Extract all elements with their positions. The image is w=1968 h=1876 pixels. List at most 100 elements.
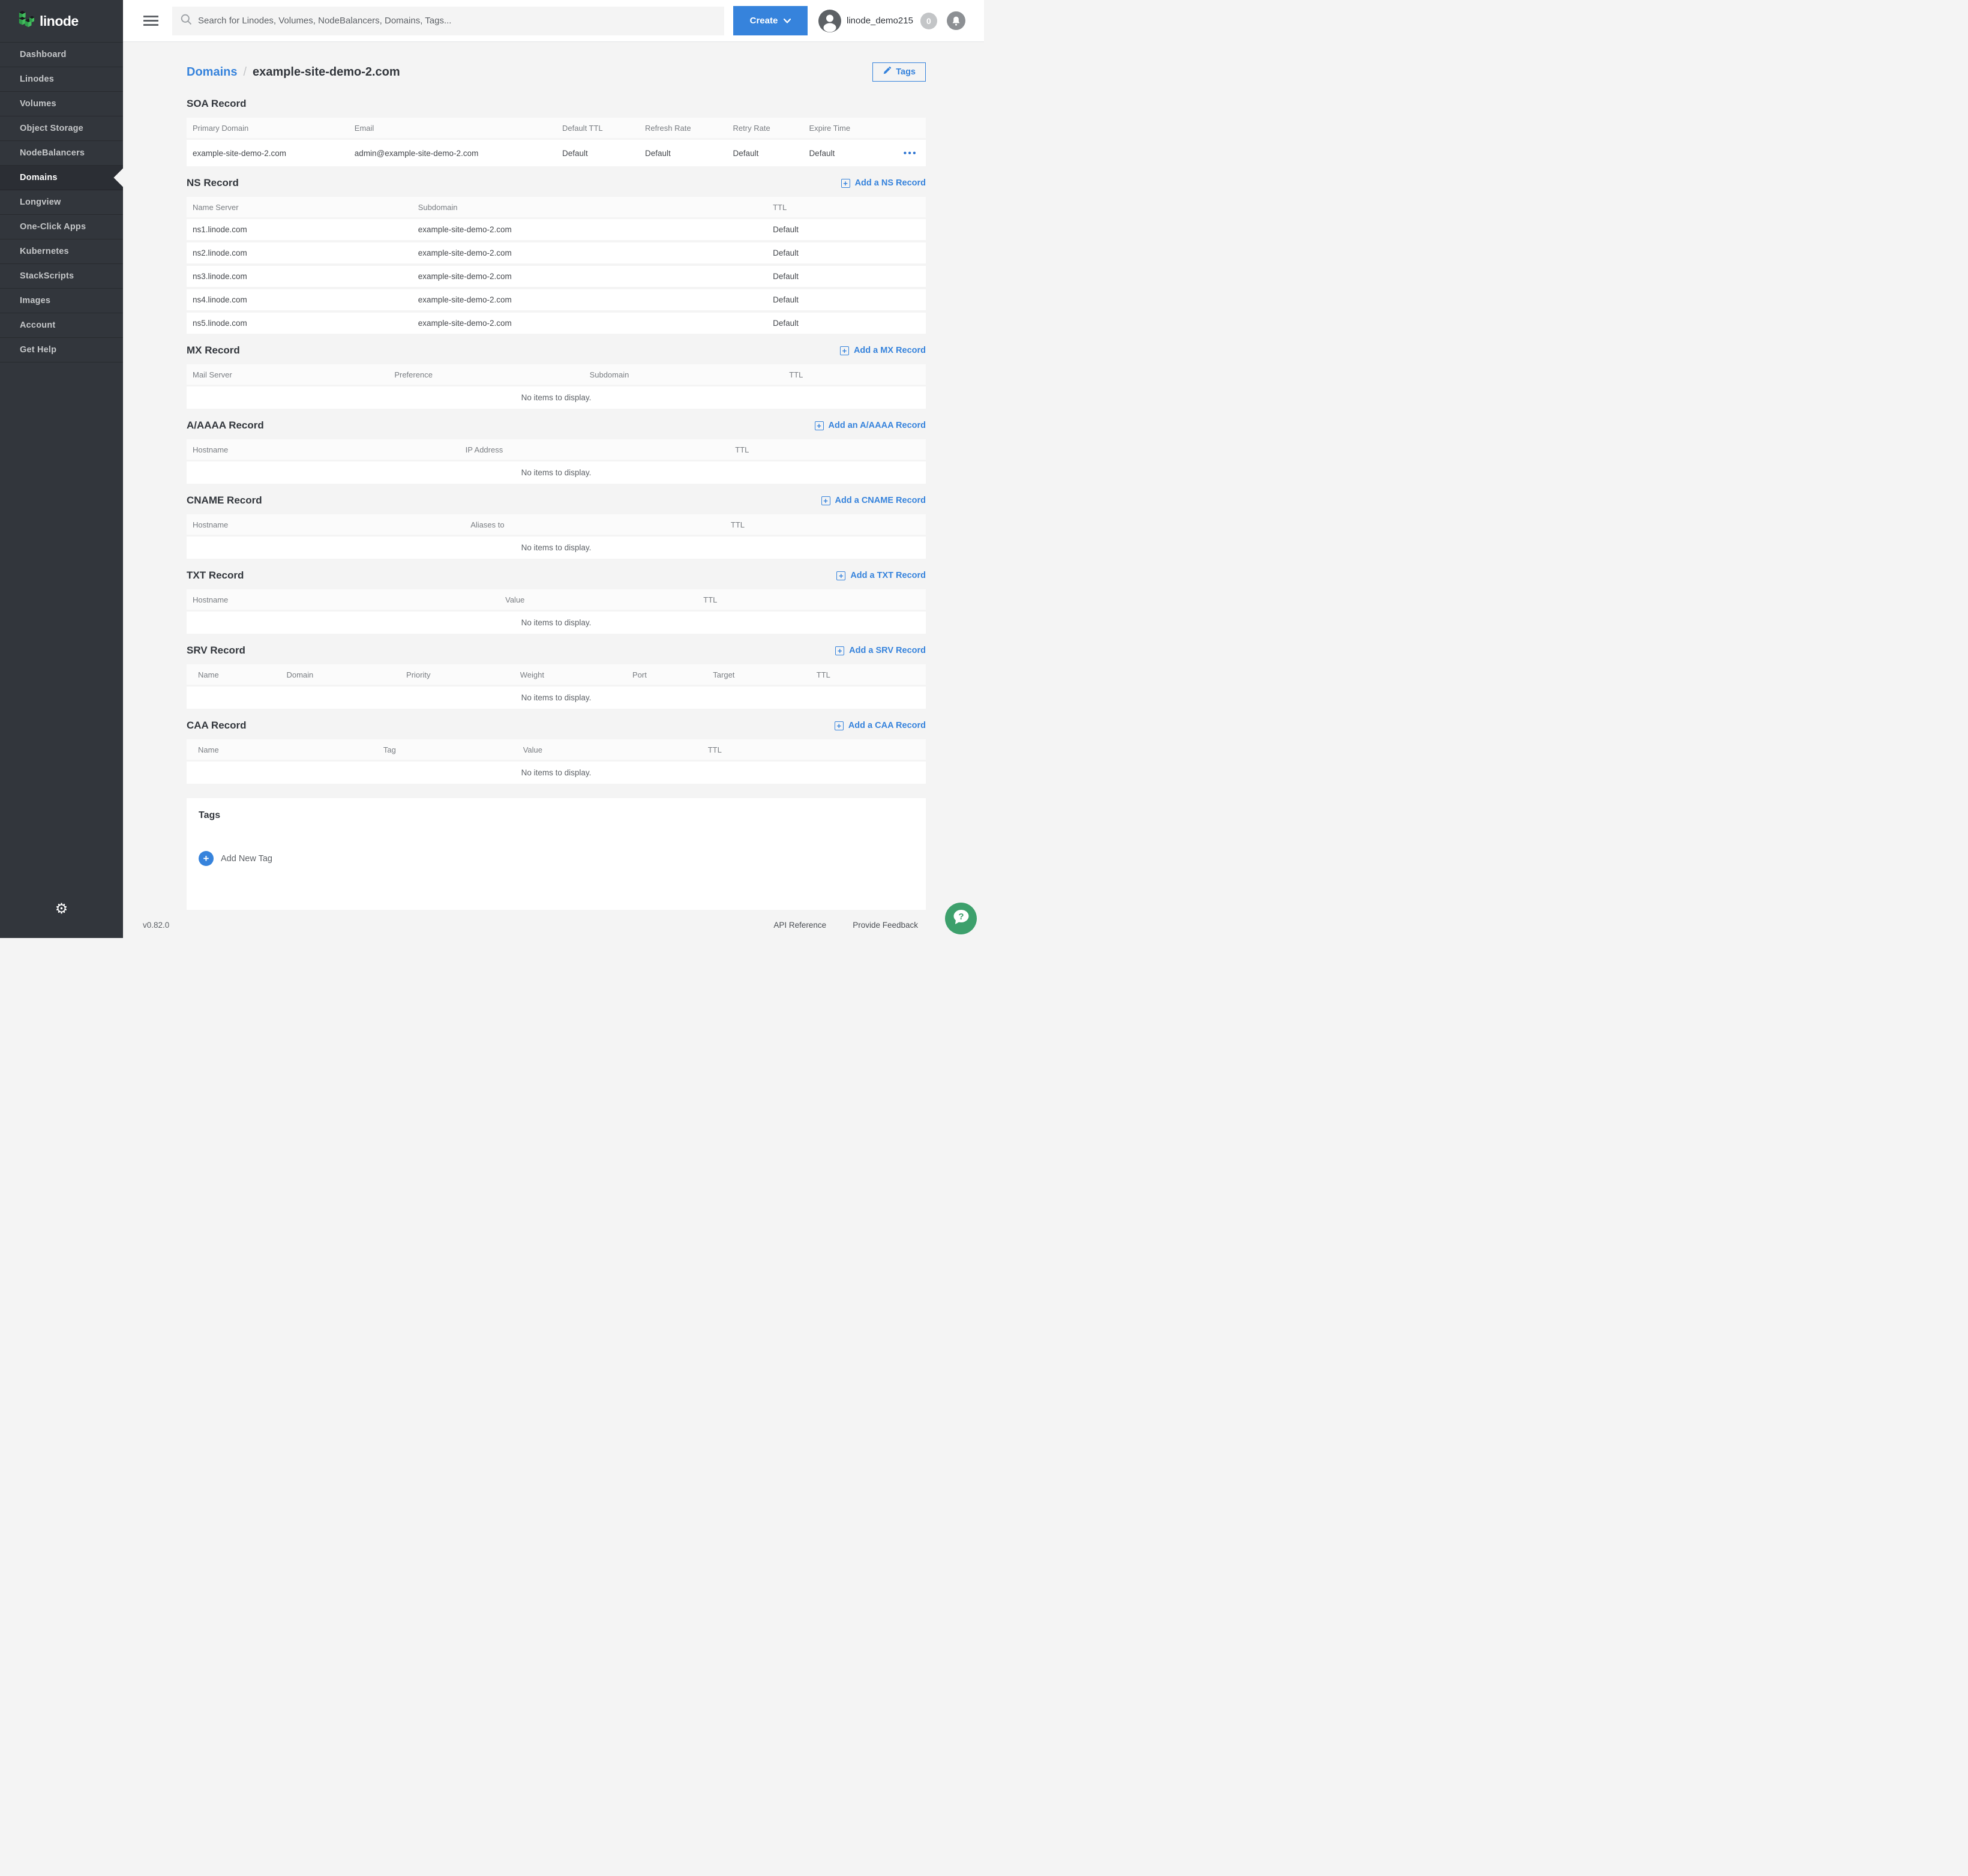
sidebar-item-volumes[interactable]: Volumes (0, 92, 123, 116)
column-header: TTL (697, 595, 926, 604)
add-record-label: Add a CAA Record (848, 721, 926, 730)
plus-icon: + (815, 421, 824, 430)
add-cname-record-button[interactable]: + Add a CNAME Record (821, 496, 926, 505)
row-actions-ellipsis-icon[interactable]: ••• (904, 148, 926, 158)
section-title: SOA Record (187, 98, 247, 110)
sidebar: linode Dashboard Linodes Volumes Object … (0, 0, 123, 938)
breadcrumb-domains-link[interactable]: Domains (187, 65, 237, 79)
column-header: Name (187, 745, 377, 754)
topbar: Create linode_demo215 0 (123, 0, 984, 42)
table-cell: Default (767, 248, 926, 257)
plus-icon: + (835, 721, 844, 730)
column-header: Email (349, 124, 556, 133)
help-speech-bubble-icon: ? (950, 906, 972, 931)
sidebar-item-linodes[interactable]: Linodes (0, 67, 123, 92)
add-ns-record-button[interactable]: + Add a NS Record (841, 178, 926, 188)
column-header: Domain (280, 670, 400, 679)
column-header: Tag (377, 745, 517, 754)
table-cell: Default (767, 272, 926, 281)
column-header: Value (517, 745, 702, 754)
column-header: Mail Server (187, 370, 388, 379)
caa-record-table: NameTagValueTTLNo items to display. (187, 739, 926, 784)
add-srv-record-button[interactable]: + Add a SRV Record (835, 646, 926, 655)
table-header-row: NameTagValueTTL (187, 739, 926, 760)
ns-record-section: NS Record + Add a NS Record Name ServerS… (187, 176, 926, 334)
sidebar-item-kubernetes[interactable]: Kubernetes (0, 239, 123, 264)
sidebar-item-label: NodeBalancers (20, 148, 85, 158)
empty-table-message: No items to display. (187, 537, 926, 559)
user-avatar[interactable] (818, 10, 841, 32)
table-row: ns3.linode.comexample-site-demo-2.comDef… (187, 266, 926, 287)
add-txt-record-button[interactable]: + Add a TXT Record (836, 571, 926, 580)
table-cell: ns2.linode.com (187, 248, 412, 257)
sidebar-item-images[interactable]: Images (0, 289, 123, 313)
table-cell: example-site-demo-2.com (412, 248, 767, 257)
sidebar-item-label: Longview (20, 197, 61, 207)
table-cell: ns3.linode.com (187, 272, 412, 281)
column-header: Port (626, 670, 707, 679)
section-title: CAA Record (187, 720, 247, 732)
add-record-label: Add a TXT Record (850, 571, 926, 580)
srv-record-table: NameDomainPriorityWeightPortTargetTTLNo … (187, 664, 926, 709)
column-header: Default TTL (556, 124, 639, 133)
section-title: SRV Record (187, 645, 245, 657)
username-label[interactable]: linode_demo215 (847, 16, 913, 26)
pencil-icon (883, 67, 891, 77)
table-cell: Default (767, 295, 926, 304)
add-caa-record-button[interactable]: + Add a CAA Record (835, 721, 926, 730)
section-title: CNAME Record (187, 495, 262, 507)
add-a-aaaa-record-button[interactable]: + Add an A/AAAA Record (815, 421, 926, 430)
linode-logo[interactable]: linode (0, 0, 123, 42)
sidebar-item-domains[interactable]: Domains (0, 166, 123, 190)
table-header-row: HostnameAliases toTTL (187, 514, 926, 535)
add-mx-record-button[interactable]: + Add a MX Record (840, 346, 926, 355)
section-title: MX Record (187, 344, 240, 356)
column-header: Aliases to (464, 520, 725, 529)
a-aaaa-record-section: A/AAAA Record + Add an A/AAAA Record Hos… (187, 418, 926, 484)
table-header-row: HostnameValueTTL (187, 589, 926, 610)
table-header-row: Mail ServerPreferenceSubdomainTTL (187, 364, 926, 385)
mx-record-section: MX Record + Add a MX Record Mail ServerP… (187, 343, 926, 409)
sidebar-item-dashboard[interactable]: Dashboard (0, 43, 123, 67)
table-row: ns4.linode.comexample-site-demo-2.comDef… (187, 289, 926, 310)
table-cell: Default (639, 149, 727, 158)
sidebar-item-label: Domains (20, 173, 58, 182)
sidebar-item-one-click-apps[interactable]: One-Click Apps (0, 215, 123, 239)
column-header: Name Server (187, 203, 412, 212)
plus-icon: + (840, 346, 849, 355)
column-header: Retry Rate (727, 124, 803, 133)
column-header: Value (499, 595, 697, 604)
column-header: Priority (400, 670, 514, 679)
plus-icon: + (835, 646, 844, 655)
column-header: Subdomain (584, 370, 784, 379)
help-button[interactable]: ? (945, 903, 977, 934)
api-reference-link[interactable]: API Reference (773, 921, 826, 930)
column-header: TTL (702, 745, 926, 754)
create-button[interactable]: Create (733, 6, 808, 35)
provide-feedback-link[interactable]: Provide Feedback (853, 921, 918, 930)
sidebar-item-label: StackScripts (20, 271, 74, 281)
sidebar-item-longview[interactable]: Longview (0, 190, 123, 215)
sidebar-item-label: Object Storage (20, 124, 83, 133)
sidebar-item-nodebalancers[interactable]: NodeBalancers (0, 141, 123, 166)
search-input[interactable] (198, 16, 716, 26)
sidebar-item-object-storage[interactable]: Object Storage (0, 116, 123, 141)
empty-table-message: No items to display. (187, 461, 926, 484)
plus-icon: + (821, 496, 830, 505)
sidebar-item-stackscripts[interactable]: StackScripts (0, 264, 123, 289)
soa-record-section: SOA Record Primary DomainEmailDefault TT… (187, 97, 926, 166)
settings-gear-icon[interactable]: ⚙ (0, 902, 123, 916)
notifications-bell-icon[interactable] (947, 11, 965, 30)
ns-record-table: Name ServerSubdomainTTLns1.linode.comexa… (187, 197, 926, 334)
table-row: ns1.linode.comexample-site-demo-2.comDef… (187, 219, 926, 240)
table-cell: ns4.linode.com (187, 295, 412, 304)
notification-count-badge[interactable]: 0 (920, 13, 937, 29)
txt-record-table: HostnameValueTTLNo items to display. (187, 589, 926, 634)
sidebar-item-account[interactable]: Account (0, 313, 123, 338)
table-cell: Default (767, 225, 926, 234)
sidebar-item-get-help[interactable]: Get Help (0, 338, 123, 362)
hamburger-menu-icon[interactable] (143, 13, 158, 28)
edit-tags-button[interactable]: Tags (872, 62, 926, 82)
add-new-tag-button[interactable]: + Add New Tag (199, 851, 914, 866)
add-record-label: Add a NS Record (855, 178, 926, 188)
